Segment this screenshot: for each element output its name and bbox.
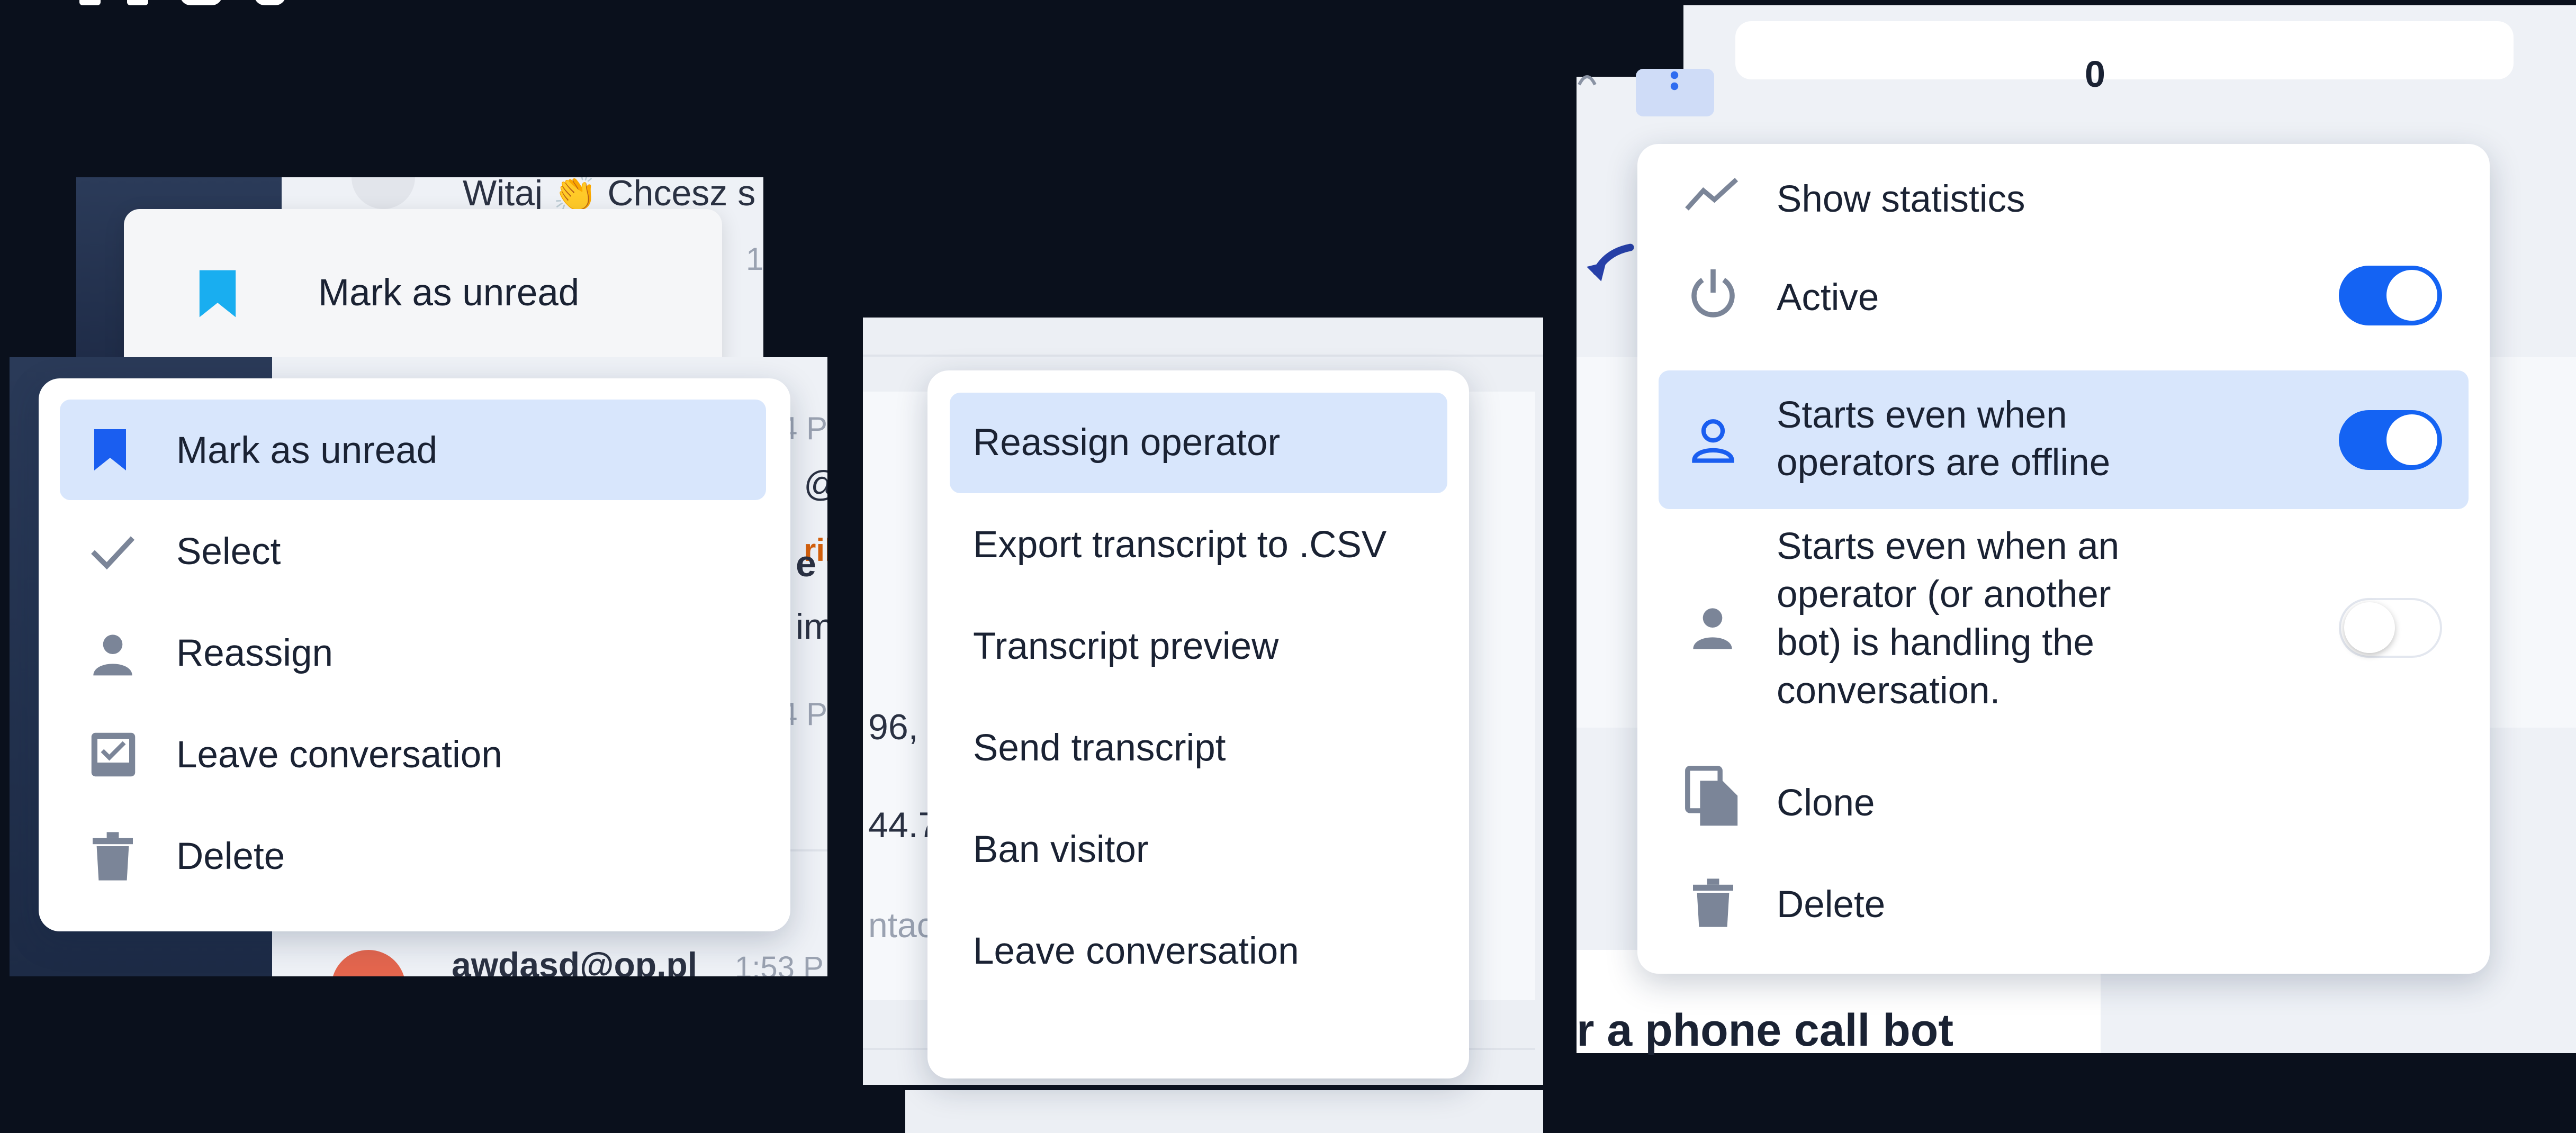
menu-item-leave-conversation[interactable]: Leave conversation	[60, 703, 766, 805]
starts-handled-toggle[interactable]	[2339, 598, 2442, 658]
back-menu-label: Mark as unread	[318, 272, 580, 314]
copy-icon	[1685, 766, 1738, 826]
menu-item-delete[interactable]: Delete	[60, 805, 766, 907]
user-icon	[1693, 608, 1732, 649]
menu-item-label: Transcript preview	[973, 626, 1279, 667]
menu-item-starts-handled[interactable]: Starts even when an operator (or another…	[1659, 522, 2469, 734]
chat-footer	[905, 1090, 1543, 1133]
conversation-list-back: Witaj 👏 Chcesz s 1 Mark as unread	[76, 177, 763, 357]
top-input	[1735, 21, 2514, 79]
check-icon	[91, 536, 135, 570]
bot-settings-menu: Show statistics Active Starts even when …	[1637, 144, 2490, 974]
conversation-list-front: 4 P @op. ribed e im 4 P awdasd@op.pl 1:5…	[10, 357, 827, 976]
avatar	[331, 950, 406, 976]
kebab-menu-icon	[1670, 71, 1679, 90]
name-fragment: e	[796, 543, 816, 584]
bookmark-icon	[199, 270, 236, 318]
menu-item-label: Show statistics	[1777, 178, 2025, 220]
panel-chat-actions: 96, 44.7: ntac Reassign operator Export …	[863, 318, 1543, 1133]
menu-item-mark-as-unread[interactable]: Mark as unread	[60, 400, 766, 500]
menu-item-ban-visitor[interactable]: Ban visitor	[950, 798, 1447, 900]
chat-actions-menu: Reassign operator Export transcript to .…	[927, 370, 1469, 1078]
menu-item-label: Export transcript to .CSV	[973, 524, 1387, 566]
counter-value: 0	[2085, 53, 2105, 95]
user-outline-icon	[1692, 419, 1734, 463]
time-label: 1	[746, 241, 763, 277]
bookmark-icon	[94, 429, 126, 470]
menu-item-label: Select	[176, 531, 281, 573]
conversation-context-menu: Mark as unread Select Reassign Leave con…	[39, 378, 790, 931]
menu-item-reassign[interactable]: Reassign	[60, 602, 766, 703]
more-options-button[interactable]	[1636, 69, 1714, 116]
menu-item-label: Active	[1777, 277, 1879, 319]
menu-item-label: Reassign	[176, 632, 333, 674]
menu-item-label: Starts even when operators are offline	[1777, 394, 2111, 484]
preview-fragment: im	[796, 606, 827, 647]
info-fragment: ntac	[868, 905, 934, 945]
checked-box-icon	[91, 732, 136, 777]
power-icon	[1691, 269, 1735, 318]
menu-item-label: Leave conversation	[176, 734, 502, 776]
panel-conversation-list: Witaj 👏 Chcesz s 1 Mark as unread 4 P @o…	[0, 0, 836, 984]
menu-item-send-transcript[interactable]: Send transcript	[950, 696, 1447, 798]
menu-item-export-csv[interactable]: Export transcript to .CSV	[950, 493, 1447, 595]
header-divider	[863, 355, 1543, 357]
info-fragment: 96,	[868, 707, 918, 747]
user-icon	[93, 635, 132, 676]
menu-item-clone[interactable]: Clone	[1659, 750, 2469, 851]
menu-item-label: Mark as unread	[176, 430, 438, 472]
menu-item-delete[interactable]: Delete	[1659, 851, 2469, 953]
back-menu: Mark as unread	[124, 209, 722, 357]
menu-item-label: Leave conversation	[973, 930, 1299, 972]
menu-item-label: Clone	[1777, 782, 1875, 824]
chart-line-icon	[1685, 177, 1739, 211]
menu-item-label: Delete	[176, 836, 285, 877]
back-menu-item-mark-unread[interactable]: Mark as unread	[124, 241, 722, 347]
trash-icon	[1693, 878, 1733, 927]
menu-item-label: Starts even when an operator (or another…	[1777, 525, 2120, 712]
menu-item-transcript-preview[interactable]: Transcript preview	[950, 595, 1447, 696]
menu-item-label: Delete	[1777, 884, 1886, 926]
trash-icon	[93, 832, 133, 881]
menu-item-select[interactable]: Select	[60, 500, 766, 602]
menu-item-active[interactable]: Active	[1659, 244, 2469, 346]
active-toggle[interactable]	[2339, 266, 2442, 325]
menu-item-label: Reassign operator	[973, 422, 1281, 464]
menu-item-reassign-operator[interactable]: Reassign operator	[950, 393, 1447, 493]
menu-item-label: Ban visitor	[973, 829, 1149, 871]
contact-email: awdasd@op.pl	[452, 945, 698, 976]
bot-heading-fragment: r a phone call bot	[1577, 1005, 1953, 1056]
time-label: 1:53 P	[735, 950, 824, 976]
menu-item-label: Send transcript	[973, 727, 1226, 769]
panel-bot-settings: 0 r a phone call bot Show statistics Act…	[1577, 0, 2576, 1058]
avatar	[352, 177, 415, 209]
arrow-pointer-icon	[1587, 243, 1634, 282]
menu-item-show-statistics[interactable]: Show statistics	[1659, 144, 2469, 246]
starts-offline-toggle[interactable]	[2339, 410, 2442, 470]
menu-item-starts-offline[interactable]: Starts even when operators are offline	[1659, 370, 2469, 509]
eye-icon	[1578, 75, 1597, 86]
email-fragment: @op.	[804, 463, 827, 504]
menu-item-leave-conversation[interactable]: Leave conversation	[950, 900, 1447, 1001]
